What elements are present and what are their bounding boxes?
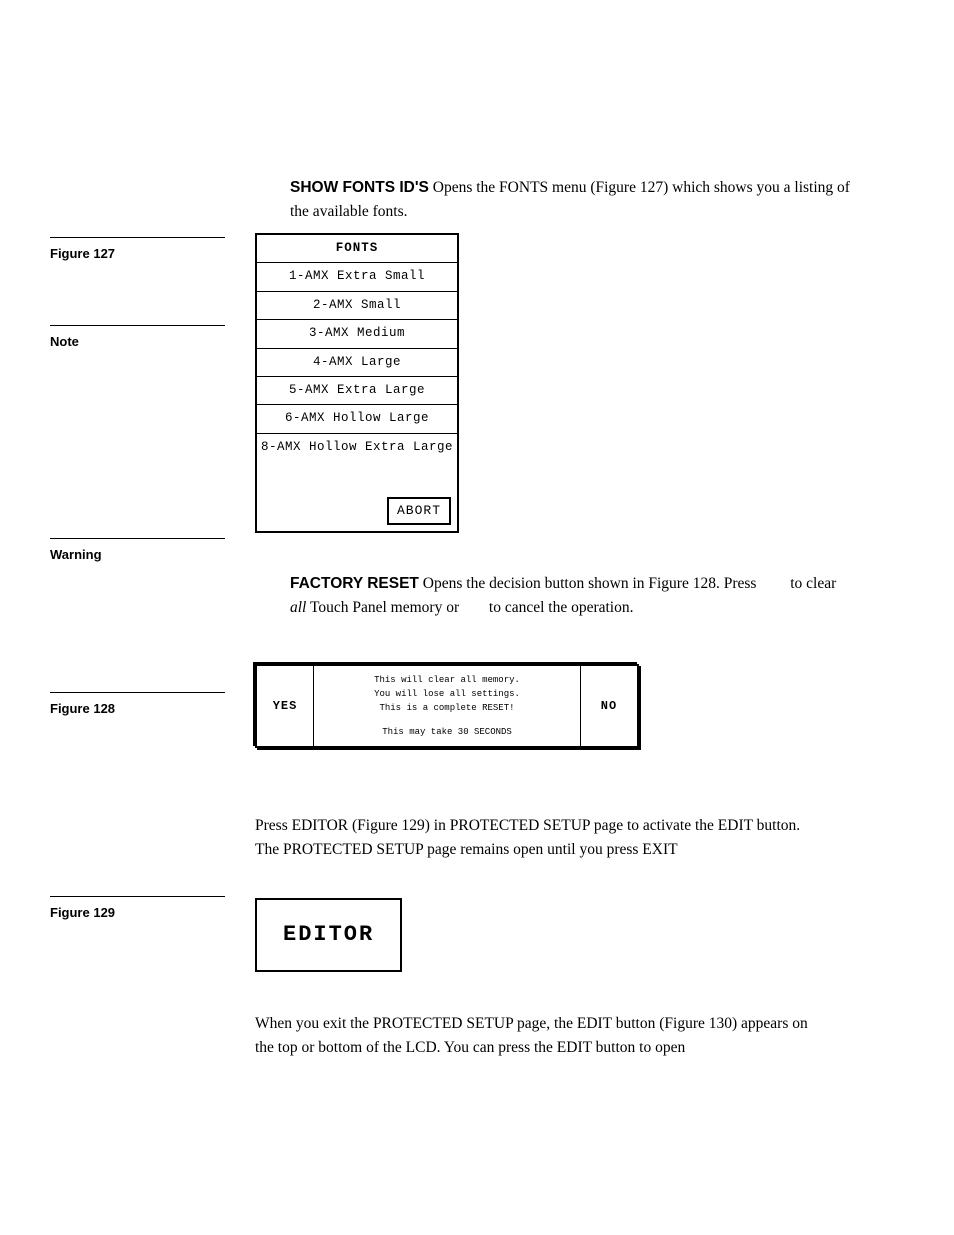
factory-reset-seg3: Touch Panel memory or xyxy=(310,599,459,616)
confirm-dialog-figure: YES This will clear all memory. You will… xyxy=(255,664,815,748)
left-fig127: Figure 127 xyxy=(50,237,225,264)
divider xyxy=(50,325,225,326)
left-fig129: Figure 129 xyxy=(50,896,225,923)
paragraph-show-fonts: SHOW FONTS ID'S Opens the FONTS menu (Fi… xyxy=(290,176,850,224)
note-label: Note xyxy=(50,332,225,352)
divider xyxy=(50,692,225,693)
fonts-row-3[interactable]: 3-AMX Medium xyxy=(257,320,457,348)
confirm-line-4: This may take 30 SECONDS xyxy=(320,726,574,740)
fonts-menu-figure: FONTS 1-AMX Extra Small 2-AMX Small 3-AM… xyxy=(255,233,815,533)
confirm-dialog: YES This will clear all memory. You will… xyxy=(255,664,639,748)
factory-reset-ital: all xyxy=(290,599,306,616)
divider xyxy=(50,896,225,897)
fonts-menu: FONTS 1-AMX Extra Small 2-AMX Small 3-AM… xyxy=(255,233,459,533)
factory-reset-seg2: to clear xyxy=(790,575,836,592)
show-fonts-heading: SHOW FONTS ID'S xyxy=(290,179,429,196)
page: SHOW FONTS ID'S Opens the FONTS menu (Fi… xyxy=(0,0,954,1235)
fonts-row-7[interactable]: 8-AMX Hollow Extra Large xyxy=(257,434,457,461)
show-fonts-text-1: Opens the FONTS menu (Figure 127) which … xyxy=(433,179,753,196)
fonts-row-1[interactable]: 1-AMX Extra Small xyxy=(257,263,457,291)
confirm-line-3: This is a complete RESET! xyxy=(320,702,574,716)
figure128-label: Figure 128 xyxy=(50,699,225,719)
fonts-row-4[interactable]: 4-AMX Large xyxy=(257,349,457,377)
paragraph-exit: When you exit the PROTECTED SETUP page, … xyxy=(255,1012,815,1060)
no-button[interactable]: NO xyxy=(580,666,637,746)
fonts-row-6[interactable]: 6-AMX Hollow Large xyxy=(257,405,457,433)
figure129-label: Figure 129 xyxy=(50,903,225,923)
left-warning: Warning xyxy=(50,538,225,565)
fonts-menu-footer: ABORT xyxy=(257,461,457,531)
confirm-line-2: You will lose all settings. xyxy=(320,688,574,702)
fonts-row-5[interactable]: 5-AMX Extra Large xyxy=(257,377,457,405)
fonts-menu-title: FONTS xyxy=(257,235,457,263)
factory-reset-seg1: Opens the decision button shown in Figur… xyxy=(423,575,757,592)
yes-button[interactable]: YES xyxy=(257,666,314,746)
divider xyxy=(50,237,225,238)
confirm-line-1: This will clear all memory. xyxy=(320,674,574,688)
editor-button[interactable]: EDITOR xyxy=(255,898,402,972)
factory-reset-heading: FACTORY RESET xyxy=(290,575,419,592)
left-fig128: Figure 128 xyxy=(50,692,225,719)
fonts-row-2[interactable]: 2-AMX Small xyxy=(257,292,457,320)
confirm-message: This will clear all memory. You will los… xyxy=(314,666,580,746)
paragraph-editor: Press EDITOR (Figure 129) in PROTECTED S… xyxy=(255,814,815,862)
factory-reset-seg4: to cancel the operation. xyxy=(489,599,634,616)
left-note: Note xyxy=(50,325,225,352)
figure127-label: Figure 127 xyxy=(50,244,225,264)
paragraph-factory-reset: FACTORY RESET Opens the decision button … xyxy=(290,572,850,620)
editor-button-figure: EDITOR xyxy=(255,898,815,972)
divider xyxy=(50,538,225,539)
warning-label: Warning xyxy=(50,545,225,565)
abort-button[interactable]: ABORT xyxy=(387,497,451,525)
